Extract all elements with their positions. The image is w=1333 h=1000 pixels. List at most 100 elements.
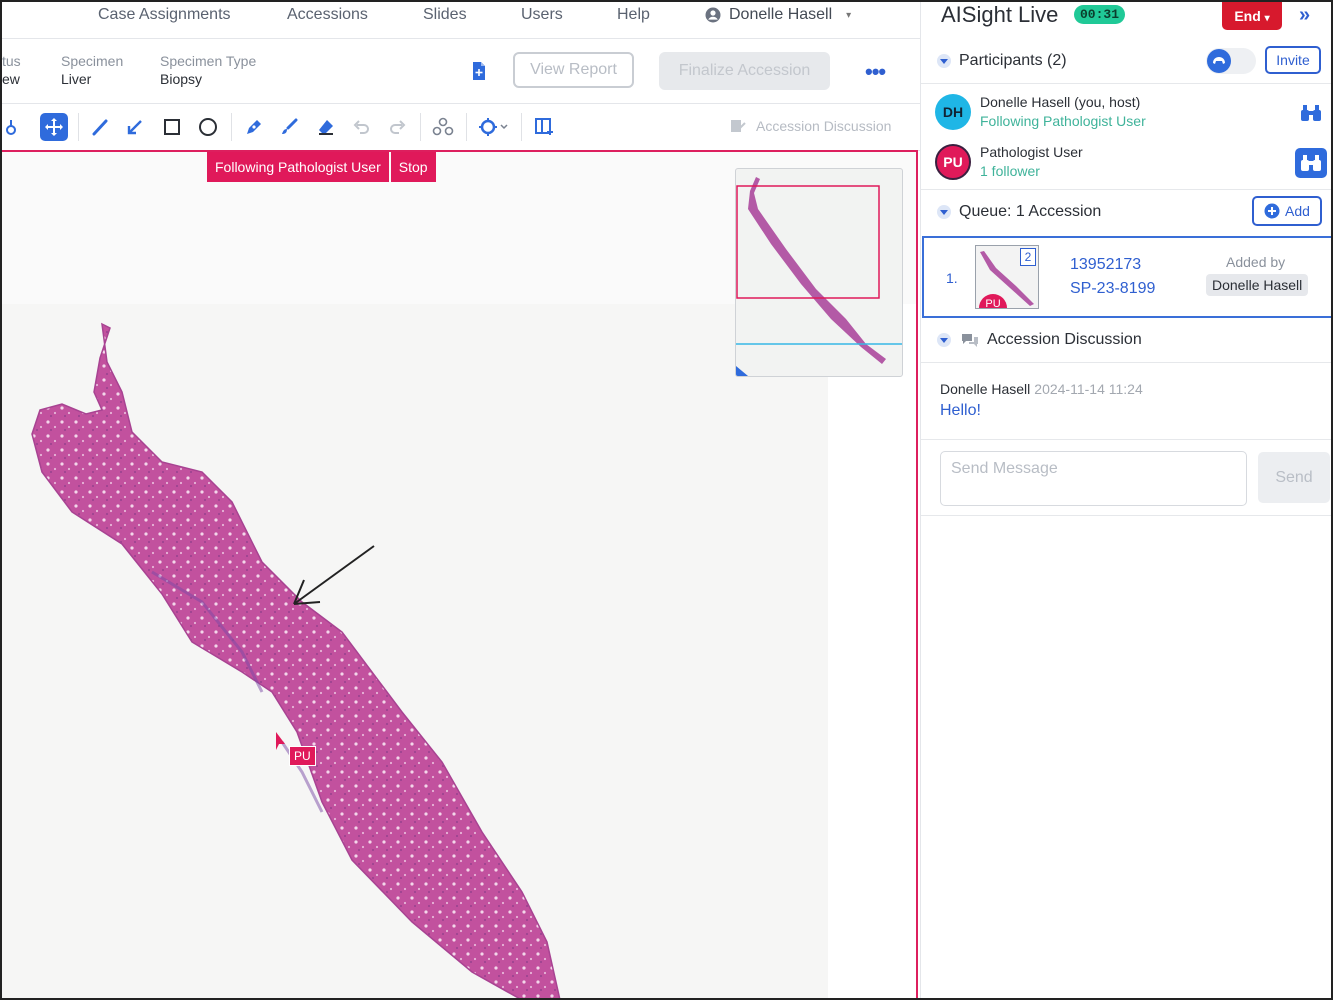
accession-number: SP-23-8199 <box>1070 280 1156 297</box>
add-label: Add <box>1285 203 1310 219</box>
toolbar-divider <box>521 113 522 141</box>
avatar: DH <box>935 94 971 130</box>
ellipse-tool-icon[interactable] <box>196 115 220 139</box>
session-timer: 00:31 <box>1074 5 1126 24</box>
specimen-label: Specimen <box>61 53 124 69</box>
undo-icon[interactable] <box>349 115 373 139</box>
binoculars-icon[interactable] <box>1295 148 1327 178</box>
live-panel: AISight Live 00:31 End ▾ » Participants … <box>920 2 1331 998</box>
end-label: End <box>1234 8 1261 24</box>
specimen-type-field: Specimen Type Biopsy <box>160 53 256 87</box>
document-add-icon[interactable] <box>471 61 489 81</box>
specimen-type-value: Biopsy <box>160 71 203 87</box>
edit-note-icon <box>731 120 746 132</box>
specimen-value: Liver <box>61 71 92 87</box>
slide-count-badge: 2 <box>1020 248 1036 266</box>
arrow-tool-icon[interactable] <box>123 115 147 139</box>
collapse-panel-icon[interactable]: » <box>1299 4 1310 27</box>
invite-button[interactable]: Invite <box>1265 46 1321 74</box>
avatar: PU <box>935 144 971 180</box>
participant-row: PU Pathologist User 1 follower <box>921 140 1331 190</box>
queue-item[interactable]: 1. 2 PU 13952173 SP-23-8199 Added by Don… <box>922 236 1331 318</box>
annotation-toolbar: Accession Discussion <box>2 104 920 151</box>
nav-case-assignments[interactable]: Case Assignments <box>98 6 231 24</box>
toolbar-divider <box>78 113 79 141</box>
nav-slides[interactable]: Slides <box>423 6 467 24</box>
nav-users[interactable]: Users <box>521 6 563 24</box>
line-tool-icon[interactable] <box>88 115 112 139</box>
view-report-button[interactable]: View Report <box>513 52 634 88</box>
queue-title: Queue: 1 Accession <box>959 203 1102 220</box>
live-title: AISight Live <box>941 2 1059 27</box>
message-header: Donelle Hasell 2024-11-14 11:24 <box>940 381 1143 397</box>
accession-discussion-toggle[interactable]: Accession Discussion <box>730 118 891 134</box>
message-input[interactable] <box>940 451 1247 506</box>
caret-down-icon: ▾ <box>1264 13 1270 24</box>
message-author: Donelle Hasell <box>940 381 1031 397</box>
specimen-type-label: Specimen Type <box>160 53 257 69</box>
rectangle-tool-icon[interactable] <box>160 115 184 139</box>
collapse-caret-icon <box>937 333 951 347</box>
toolbar-divider <box>231 113 232 141</box>
participants-title: Participants (2) <box>959 52 1067 69</box>
top-nav: Case Assignments Accessions Slides Users… <box>2 2 920 39</box>
status-field: tus ew <box>2 53 21 87</box>
collapse-caret-icon <box>937 205 951 219</box>
minimap-thumbnail <box>736 177 902 376</box>
brush-tool-icon[interactable] <box>277 115 301 139</box>
status-label: tus <box>2 53 21 69</box>
app-window: Case Assignments Accessions Slides Users… <box>0 0 1333 1000</box>
queue-index: 1. <box>946 270 958 286</box>
participant-name: Pathologist User <box>980 144 1083 160</box>
chat-bubbles-icon <box>962 334 978 347</box>
user-circle-icon <box>705 7 721 23</box>
remote-cursor-tag: PU <box>289 746 316 766</box>
pen-tool-icon[interactable] <box>242 115 266 139</box>
discussion-header[interactable]: Accession Discussion <box>921 318 1331 363</box>
finalize-accession-button[interactable]: Finalize Accession <box>659 52 830 90</box>
redo-icon[interactable] <box>386 115 410 139</box>
target-dropdown-icon[interactable] <box>478 115 510 139</box>
pan-tool-icon[interactable] <box>40 113 68 141</box>
slide-minimap[interactable] <box>735 168 903 377</box>
following-label: Following Pathologist User <box>207 152 389 182</box>
accession-id: 13952173 <box>1070 256 1142 273</box>
added-by-badge: Donelle Hasell <box>1206 274 1309 296</box>
toolbar-divider <box>420 113 421 141</box>
eraser-tool-icon[interactable] <box>314 115 338 139</box>
discussion-title: Accession Discussion <box>987 331 1142 348</box>
participant-status: 1 follower <box>980 163 1040 179</box>
participant-name: Donelle Hasell (you, host) <box>980 94 1141 110</box>
stop-following-button[interactable]: Stop <box>390 152 436 182</box>
participant-status: Following Pathologist User <box>980 113 1146 129</box>
status-value: ew <box>2 71 20 87</box>
send-button[interactable]: Send <box>1258 452 1330 503</box>
collapse-caret-icon <box>937 54 951 68</box>
plus-circle-icon <box>1264 203 1280 219</box>
toolbar-divider <box>466 113 467 141</box>
message-timestamp: 2024-11-14 11:24 <box>1034 381 1143 397</box>
phone-icon <box>1213 57 1225 64</box>
measure-icon[interactable] <box>2 115 26 139</box>
more-options-icon[interactable]: ••• <box>865 59 886 85</box>
message-text: Hello! <box>940 402 981 419</box>
added-by-label: Added by <box>1226 254 1286 270</box>
follow-toggle[interactable] <box>1206 48 1256 74</box>
following-banner: Following Pathologist User Stop <box>207 152 436 182</box>
end-session-button[interactable]: End ▾ <box>1222 2 1282 30</box>
slide-thumbnail: 2 PU <box>975 245 1039 309</box>
compare-panel-icon[interactable] <box>532 115 556 139</box>
slide-viewer[interactable]: Following Pathologist User Stop PU <box>2 150 918 998</box>
case-header: tus ew Specimen Liver Specimen Type Biop… <box>2 39 920 104</box>
add-accession-button[interactable]: Add <box>1252 196 1322 226</box>
user-menu[interactable]: Donelle Hasell ▾ <box>705 6 851 24</box>
nav-help[interactable]: Help <box>617 6 650 24</box>
accession-discussion-label: Accession Discussion <box>756 118 892 134</box>
binoculars-icon[interactable] <box>1295 98 1327 128</box>
points-tool-icon[interactable] <box>431 115 455 139</box>
user-name: Donelle Hasell <box>729 6 833 23</box>
participant-row: DH Donelle Hasell (you, host) Following … <box>921 90 1331 140</box>
nav-accessions[interactable]: Accessions <box>287 6 368 24</box>
caret-down-icon: ▾ <box>846 9 852 21</box>
specimen-field: Specimen Liver <box>61 53 123 87</box>
